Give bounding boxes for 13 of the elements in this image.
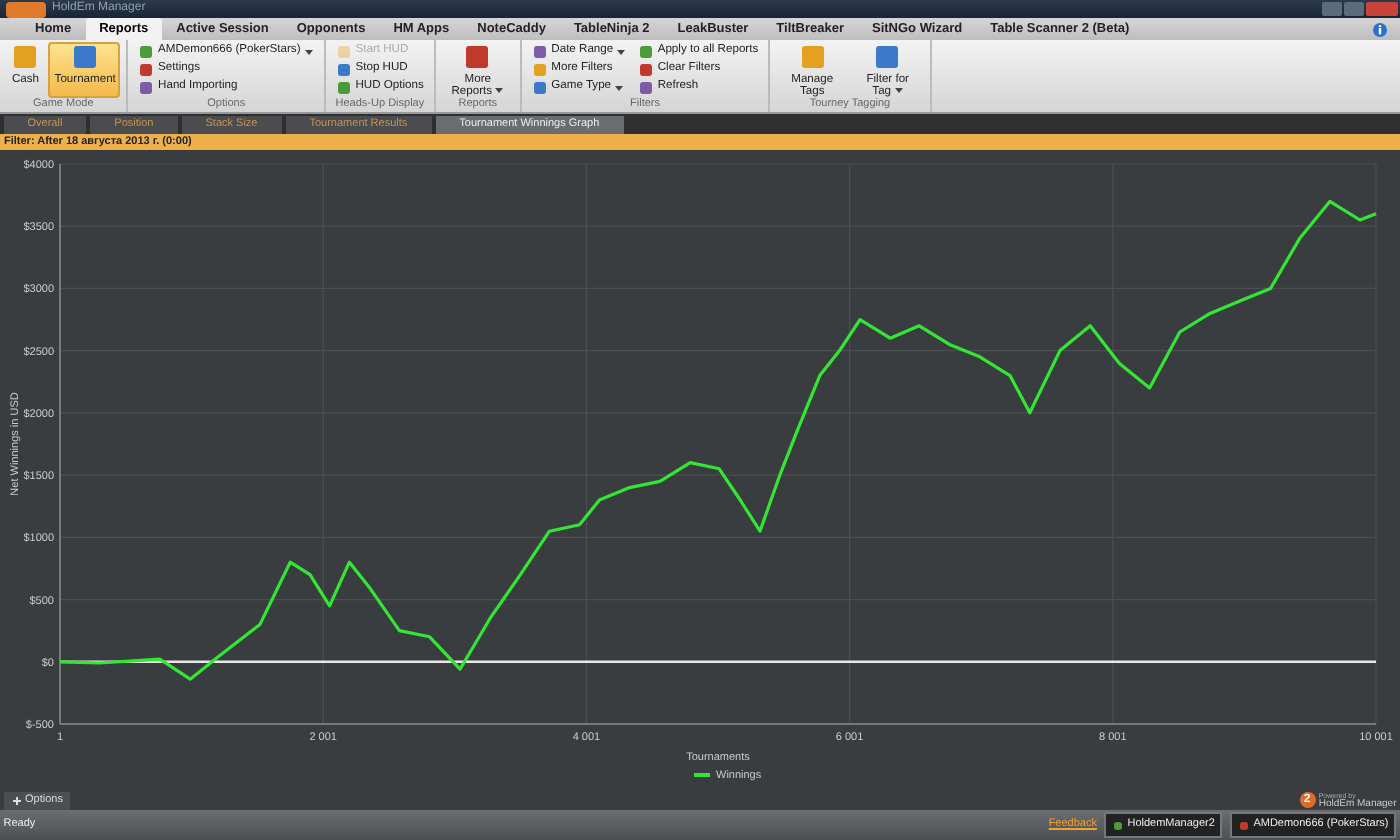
maximize-button[interactable] [1344,2,1364,16]
app-icon [1237,819,1250,831]
expand-icon [11,795,22,805]
app-icon [799,44,826,70]
help-icon [1372,22,1388,38]
app-icon [71,44,98,70]
app-icon [1111,819,1124,831]
app-icon [12,44,39,70]
app-icon [464,44,491,70]
app-menu-button[interactable] [6,1,46,17]
app-icon [874,44,901,70]
minimize-button[interactable] [1322,2,1342,16]
close-button[interactable] [1366,2,1398,16]
